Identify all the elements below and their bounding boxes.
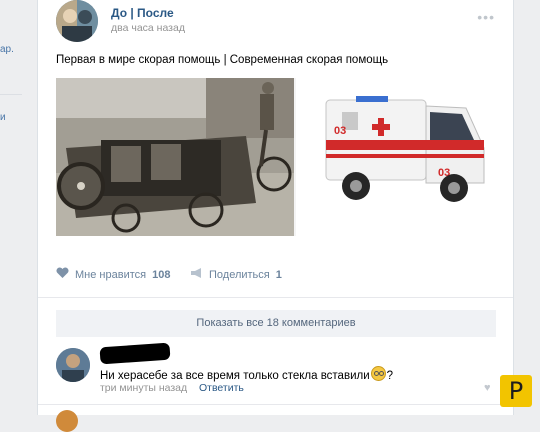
left-sidebar-fragment: ар. и [0,0,26,415]
next-commenter-avatar[interactable] [56,410,78,432]
sidebar-text-fragment[interactable]: ар. [0,44,14,55]
like-button[interactable]: Мне нравится 108 [56,267,170,282]
post-card: До | После два часа назад ••• Первая в м… [37,0,514,432]
like-label: Мне нравится [75,268,147,281]
avatar-image [56,0,98,42]
megaphone-icon [190,267,203,282]
comment-time[interactable]: три минуты назад [100,382,187,394]
comment-divider [38,404,513,405]
share-button[interactable]: Поделиться 1 [190,267,282,282]
comment-reply-link[interactable]: Ответить [199,382,244,394]
site-watermark-badge: Р [500,375,532,407]
show-all-comments-button[interactable]: Показать все 18 комментариев [56,310,496,337]
share-label: Поделиться [209,268,270,281]
flushed-emoji-icon [370,366,386,381]
like-count: 108 [152,268,171,281]
modern-ambulance-image: 03 03 [296,78,496,236]
vintage-ambulance-photo[interactable] [56,78,294,236]
actions-divider [38,297,513,298]
vintage-ambulance-image [56,78,294,236]
post-caption: Первая в мире скорая помощь | Современна… [56,54,389,66]
share-count: 1 [275,268,282,281]
more-dots-icon[interactable]: ••• [477,9,495,25]
author-avatar[interactable] [56,0,98,42]
comment-text: Ни херасебе за все время только стекла в… [100,366,393,382]
post-author-link[interactable]: До | После [111,6,174,20]
comment-body: Ни херасебе за все время только стекла в… [100,370,370,382]
redacted-commenter-name [99,342,171,365]
post-photo-collage[interactable]: 03 03 [56,78,496,236]
comment-like-icon[interactable]: ♥ [484,382,491,394]
post-time[interactable]: два часа назад [111,22,185,34]
commenter-avatar[interactable] [56,348,90,382]
heart-icon [56,267,69,282]
modern-ambulance-photo[interactable]: 03 03 [296,78,496,236]
sidebar-text-fragment[interactable]: и [0,112,6,123]
commenter-avatar-image [56,348,90,382]
comment-suffix: ? [386,370,394,382]
ambulance-number: 03 [334,125,346,137]
sidebar-divider [0,94,22,95]
